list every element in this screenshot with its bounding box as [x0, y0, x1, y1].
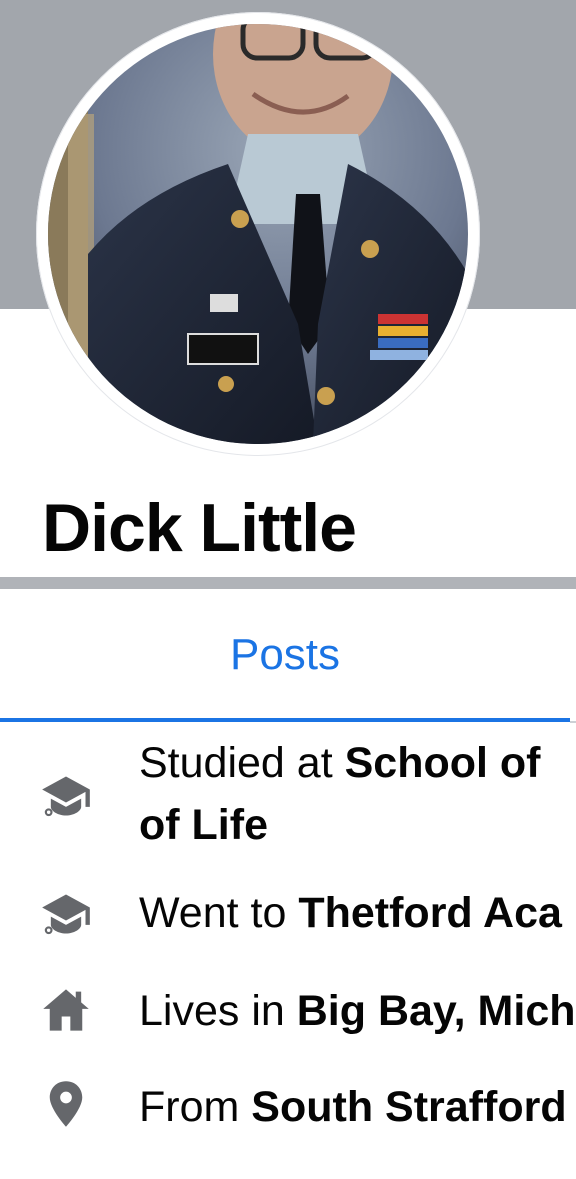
avatar[interactable]: [48, 24, 468, 444]
home-icon: [40, 984, 92, 1036]
intro-value-link-line2[interactable]: of Life: [139, 801, 268, 849]
intro-text-school: Went to Thetford Aca: [139, 882, 576, 944]
intro-text-education-line2: of Life: [139, 794, 576, 856]
location-pin-icon: [40, 1078, 92, 1130]
intro-text-education: Studied at School of: [139, 732, 576, 794]
intro-value-link[interactable]: School of: [345, 739, 541, 787]
intro-item-current-city[interactable]: Lives in Big Bay, Mich: [0, 978, 576, 1048]
intro-value-link[interactable]: Thetford Aca: [298, 889, 562, 937]
intro-item-hometown[interactable]: From South Strafford: [0, 1074, 576, 1144]
intro-prefix: Went to: [139, 889, 299, 937]
intro-prefix: Studied at: [139, 739, 345, 787]
intro-value-link[interactable]: South Strafford: [251, 1083, 566, 1131]
section-divider: [0, 577, 576, 589]
intro-text-current-city: Lives in Big Bay, Mich: [139, 980, 576, 1042]
intro-prefix: From: [139, 1083, 252, 1131]
intro-prefix: Lives in: [139, 987, 297, 1035]
intro-text-hometown: From South Strafford: [139, 1076, 576, 1138]
graduation-cap-icon: [40, 888, 92, 940]
profile-page: Dick Little Posts Studied at School of o…: [0, 0, 576, 1179]
profile-photo: [48, 24, 468, 444]
graduation-cap-icon: [40, 770, 92, 822]
intro-item-school[interactable]: Went to Thetford Aca: [0, 880, 576, 950]
active-tab-indicator: [0, 718, 570, 722]
tab-posts[interactable]: Posts: [0, 589, 570, 721]
profile-name: Dick Little: [42, 490, 357, 566]
intro-value-link[interactable]: Big Bay, Mich: [297, 987, 576, 1035]
intro-item-education[interactable]: Studied at School of of Life: [0, 730, 576, 860]
tab-bar-rule: [570, 721, 576, 723]
